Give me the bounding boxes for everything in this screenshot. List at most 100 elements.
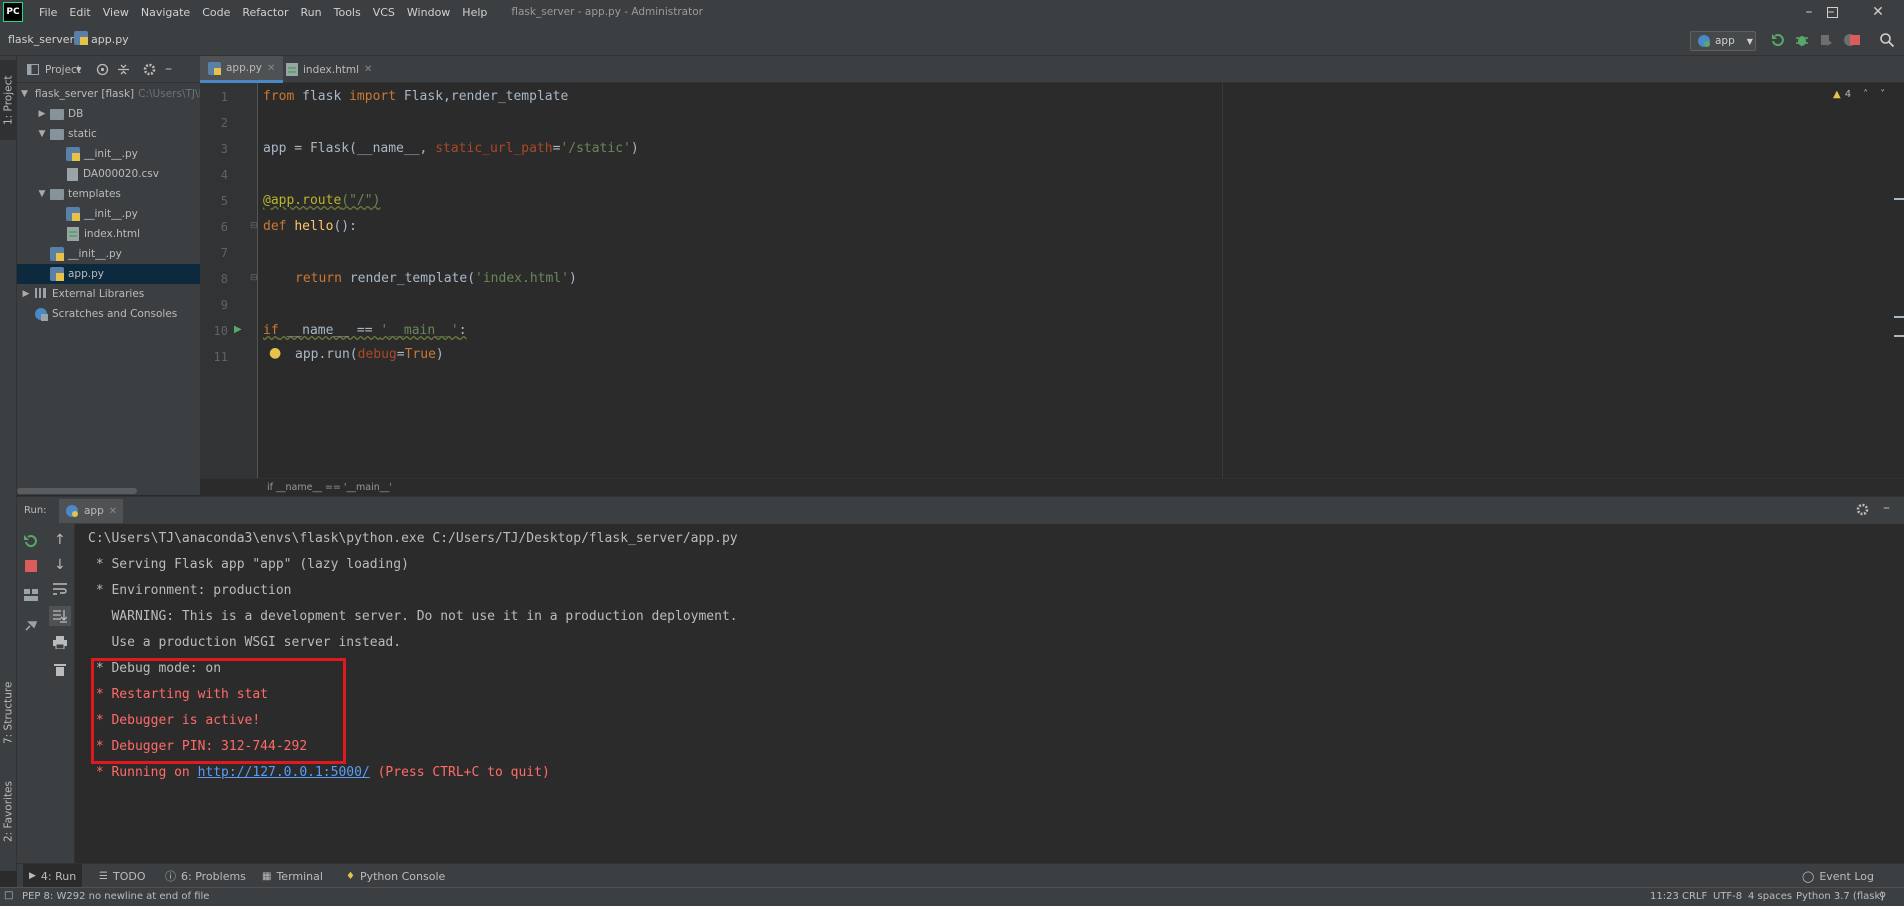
- line-number: 2: [220, 116, 228, 130]
- close-tab-icon[interactable]: ✕: [364, 64, 372, 75]
- lightbulb-icon[interactable]: ●: [269, 345, 281, 361]
- soft-wrap-button[interactable]: [53, 583, 67, 595]
- scrollbar-marker[interactable]: [1894, 335, 1904, 337]
- stop-button[interactable]: [25, 560, 37, 572]
- python-file-icon: [50, 247, 64, 261]
- tree-item-scratches[interactable]: Scratches and Consoles: [17, 304, 214, 324]
- project-panel-header: Project ▼ –: [17, 56, 200, 83]
- debug-button[interactable]: [1794, 32, 1810, 48]
- search-everywhere-button[interactable]: [1879, 32, 1895, 48]
- run-toolbar-primary: [17, 524, 45, 863]
- chevron-down-icon: ▼: [38, 129, 46, 139]
- scrollbar-marker[interactable]: [1894, 198, 1904, 200]
- maximize-button[interactable]: [1809, 0, 1855, 24]
- tab-label: index.html: [303, 63, 359, 76]
- server-url-link[interactable]: http://127.0.0.1:5000/: [198, 765, 370, 780]
- pin-tab-button[interactable]: [24, 618, 38, 632]
- tree-item-root[interactable]: ▼ flask_server [flask] C:\Users\TJ\D: [17, 84, 204, 104]
- run-gutter-icon[interactable]: ▶: [234, 324, 242, 335]
- print-button[interactable]: [53, 636, 67, 649]
- run-console-output[interactable]: C:\Users\TJ\anaconda3\envs\flask\python.…: [76, 524, 1904, 863]
- fold-icon[interactable]: ⊟: [250, 273, 258, 283]
- status-message[interactable]: PEP 8: W292 no newline at end of file: [22, 891, 209, 902]
- editor-breadcrumb[interactable]: if __name__ == '__main__': [200, 478, 1904, 496]
- tree-item-root-init[interactable]: __init__.py: [17, 244, 230, 264]
- locate-file-button[interactable]: [96, 63, 109, 76]
- python-file-icon: [50, 267, 64, 281]
- scroll-to-end-button[interactable]: [49, 606, 71, 626]
- menu-tools[interactable]: Tools: [328, 6, 367, 19]
- layout-button[interactable]: [24, 589, 38, 601]
- tree-item-static[interactable]: ▼ static: [17, 124, 220, 144]
- code-line-6: def hello():: [263, 219, 357, 234]
- maximize-icon: [1826, 6, 1838, 18]
- tool-tab-terminal[interactable]: ▦ Terminal: [256, 864, 329, 888]
- python-file-icon: [74, 31, 88, 45]
- breadcrumb-file[interactable]: app.py: [91, 33, 129, 46]
- tab-index-html[interactable]: index.html ✕: [278, 56, 380, 83]
- favorites-tool-tab[interactable]: 2: Favorites: [0, 768, 17, 856]
- menu-run[interactable]: Run: [295, 6, 328, 19]
- rerun-button[interactable]: [23, 534, 37, 548]
- chevron-up-icon[interactable]: ˄: [1863, 89, 1868, 100]
- menu-view[interactable]: View: [97, 6, 135, 19]
- close-tab-icon[interactable]: ✕: [109, 506, 117, 517]
- menu-edit[interactable]: Edit: [63, 6, 96, 19]
- file-encoding[interactable]: UTF-8: [1713, 891, 1742, 902]
- tool-tab-python-console[interactable]: ♦ Python Console: [340, 864, 451, 888]
- horizontal-scrollbar[interactable]: [17, 488, 137, 494]
- menu-code[interactable]: Code: [196, 6, 236, 19]
- run-settings-button[interactable]: [1856, 503, 1869, 516]
- project-tool-tab[interactable]: 1: Project: [0, 60, 17, 140]
- right-margin-guide: [1222, 83, 1223, 478]
- fold-icon[interactable]: ⊟: [250, 221, 258, 231]
- structure-tool-tab[interactable]: 7: Structure: [0, 668, 17, 758]
- tool-tab-run[interactable]: ▶ 4: Run: [23, 864, 83, 888]
- hide-run-panel-button[interactable]: –: [1883, 500, 1890, 516]
- breadcrumb-project[interactable]: flask_server: [8, 33, 74, 46]
- line-separator[interactable]: CRLF: [1682, 891, 1707, 902]
- rerun-button[interactable]: [1770, 32, 1786, 48]
- run-tab-app[interactable]: app ✕: [59, 499, 124, 523]
- clear-all-button[interactable]: [54, 662, 66, 676]
- tool-tab-problems[interactable]: ⓘ 6: Problems: [159, 864, 252, 888]
- scrollbar-marker[interactable]: [1894, 316, 1904, 318]
- menu-navigate[interactable]: Navigate: [135, 6, 196, 19]
- python-interpreter[interactable]: Python 3.7 (flask): [1796, 891, 1884, 902]
- menu-help[interactable]: Help: [456, 6, 493, 19]
- library-icon: [35, 288, 46, 298]
- menu-vcs[interactable]: VCS: [367, 6, 401, 19]
- hide-panel-button[interactable]: –: [165, 61, 172, 77]
- settings-button[interactable]: [143, 63, 156, 76]
- tool-tab-label: 4: Run: [40, 869, 77, 883]
- chevron-down-icon: ▼: [76, 66, 82, 74]
- tree-item-app-py[interactable]: app.py: [17, 264, 230, 284]
- close-tab-icon[interactable]: ✕: [267, 63, 275, 74]
- close-window-button[interactable]: ✕: [1855, 0, 1901, 24]
- menu-refactor[interactable]: Refactor: [236, 6, 294, 19]
- tree-item-external-libraries[interactable]: ▶ External Libraries: [17, 284, 204, 304]
- menu-file[interactable]: File: [33, 6, 63, 19]
- tool-tab-event-log[interactable]: ◯ Event Log: [1796, 864, 1880, 888]
- indent-setting[interactable]: 4 spaces: [1748, 891, 1792, 902]
- menu-window[interactable]: Window: [401, 6, 456, 19]
- arrow-down-icon[interactable]: ↓: [54, 557, 66, 573]
- arrow-up-icon[interactable]: ↑: [54, 532, 66, 548]
- caret-position[interactable]: 11:23: [1650, 891, 1679, 902]
- stop-button[interactable]: [1847, 32, 1863, 48]
- tool-tab-todo[interactable]: ☰ TODO: [93, 864, 151, 888]
- collapse-all-button[interactable]: [117, 63, 130, 76]
- tool-tab-label: TODO: [112, 869, 146, 883]
- run-configuration-select[interactable]: app ▼: [1690, 31, 1756, 51]
- lock-icon[interactable]: ⚲: [1879, 891, 1886, 902]
- chevron-down-icon[interactable]: ˅: [1880, 89, 1885, 100]
- print-icon: [53, 636, 67, 649]
- tree-item-db[interactable]: ▶ DB: [17, 104, 220, 124]
- tree-item-templates[interactable]: ▼ templates: [17, 184, 220, 204]
- toggle-tool-windows-icon[interactable]: □: [4, 890, 13, 901]
- inspection-widget[interactable]: ▲ 4 ˄ ˅: [1833, 89, 1885, 100]
- coverage-button[interactable]: [1818, 32, 1834, 48]
- code-editor[interactable]: from flask import Flask,render_template …: [259, 83, 1904, 478]
- event-log-icon: ◯: [1802, 869, 1815, 883]
- tab-app-py[interactable]: app.py ✕: [200, 56, 284, 83]
